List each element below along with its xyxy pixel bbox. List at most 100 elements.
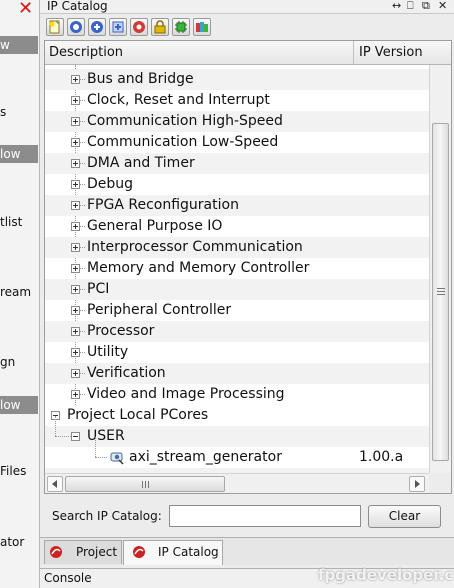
expand-icon[interactable] [71,138,80,147]
tree-row-category[interactable]: Bus and Bridge [45,69,429,90]
tree-row-label: Project Local PCores [67,407,209,423]
add-icon[interactable] [88,18,106,36]
info-icon[interactable] [67,18,85,36]
tab-ip-catalog[interactable]: IP Catalog [123,540,223,565]
project-icon [50,546,62,558]
tree-row-category[interactable]: General Purpose IO [45,216,429,237]
left-section-bar[interactable]: low [0,396,38,414]
tree-row-label: Communication High-Speed [87,113,283,129]
tree-row-category[interactable]: Video and Image Processing [45,384,429,405]
expand-icon[interactable] [71,75,80,84]
left-item-text[interactable]: ream [0,284,39,300]
expand-icon[interactable] [71,348,80,357]
expand-icon[interactable] [71,327,80,336]
float-icon[interactable]: ↔ [392,0,401,13]
tree-row-label: Communication Low-Speed [87,134,279,150]
scroll-right-arrow-icon[interactable] [409,476,425,492]
horizontal-scrollbar[interactable] [45,473,429,493]
remove-icon[interactable] [130,18,148,36]
scroll-corner [429,473,451,493]
tree-row-category[interactable]: Communication Low-Speed [45,132,429,153]
column-header-version[interactable]: IP Version [359,45,423,60]
expand-icon[interactable] [71,159,80,168]
expand-icon[interactable] [71,243,80,252]
collapse-icon[interactable] [71,432,80,441]
window-title: IP Catalog [47,0,108,13]
left-item-text[interactable]: ator [0,534,39,550]
watermark: fpgadeveloper.c [318,566,454,584]
package-icon[interactable] [193,18,211,36]
column-divider[interactable] [353,41,354,65]
tree-row-label: Bus and Bridge [87,71,194,87]
tree-row-category[interactable]: Peripheral Controller [45,300,429,321]
left-item-text[interactable]: tlist [0,214,39,230]
vertical-scroll-thumb[interactable] [432,123,449,461]
left-section-bar[interactable]: w [0,36,38,54]
tree-row-user[interactable]: USER [45,416,429,447]
search-input[interactable] [169,505,361,527]
tree-row-label: Peripheral Controller [87,302,232,318]
expand-icon[interactable] [71,264,80,273]
tree-row-ip-core[interactable]: axi_stream_generator 1.00.a [45,437,429,468]
scroll-left-arrow-icon[interactable] [47,476,63,492]
tree-row-label: DMA and Timer [87,155,195,171]
restore-icon[interactable]: ⧉ [422,0,430,13]
tree-row-category[interactable]: Memory and Memory Controller [45,258,429,279]
tree-row-category[interactable]: FPGA Reconfiguration [45,195,429,216]
tree-row-category[interactable]: Communication High-Speed [45,111,429,132]
expand-icon[interactable] [71,96,80,105]
tree-row-category[interactable]: Interprocessor Communication [45,237,429,258]
tree-line [55,416,56,436]
tree-row-category[interactable]: Processor [45,321,429,342]
clear-button[interactable]: Clear [368,505,441,528]
tree-line [95,437,96,457]
expand-icon[interactable] [71,222,80,231]
tree-row-label: Debug [87,176,134,192]
tree-line [55,436,71,437]
expand-icon[interactable] [71,306,80,315]
maximize-icon[interactable]: ⎕ [407,0,414,13]
close-window-icon[interactable]: ✕ [438,0,447,13]
tree-row-category[interactable]: Utility [45,342,429,363]
left-item-text[interactable]: gn [0,354,39,370]
left-section-bar[interactable]: low [0,145,38,163]
ip-catalog-icon [133,546,145,558]
column-header-description[interactable]: Description [49,45,123,60]
left-item-text[interactable]: Files [0,463,39,479]
expand-icon[interactable] [71,369,80,378]
tree-row-local-pcores[interactable]: Project Local PCores [45,405,429,426]
close-icon[interactable]: ✕ [18,0,36,18]
ip-core-icon [110,452,124,465]
lock-icon[interactable] [151,18,169,36]
tree-line [95,457,107,458]
tree-row-category[interactable]: Clock, Reset and Interrupt [45,90,429,111]
customize-icon[interactable] [109,18,127,36]
expand-icon[interactable] [71,180,80,189]
expand-icon[interactable] [71,201,80,210]
vertical-scrollbar[interactable] [429,65,451,473]
table-header: Description IP Version [45,41,451,65]
tree-row-category[interactable]: DMA and Timer [45,153,429,174]
left-item-text[interactable]: s [0,104,39,120]
chip-icon[interactable] [172,18,190,36]
expand-icon[interactable] [71,390,80,399]
tab-project-label: Project [76,545,118,559]
left-bar-label: low [0,147,21,161]
tree-row-label: Interprocessor Communication [87,239,303,255]
tree-row-label: Processor [87,323,155,339]
horizontal-scroll-thumb[interactable] [65,476,225,492]
tree-row-label: USER [87,428,125,444]
new-icon[interactable] [46,18,64,36]
expand-icon[interactable] [71,285,80,294]
window-titlebar: IP Catalog ↔ ⎕ ⧉ ✕ [40,0,454,14]
console-label: Console [44,571,92,585]
tree-row-category[interactable]: Verification [45,363,429,384]
tree-row-category[interactable]: PCI [45,279,429,300]
expand-icon[interactable] [71,117,80,126]
tab-bar: Project IP Catalog [40,537,454,565]
tree-row-label: Clock, Reset and Interrupt [87,92,270,108]
tab-project[interactable]: Project [44,540,122,564]
tree-row-category[interactable]: Debug [45,174,429,195]
left-panel: ✕ w s low tlist ream gn low Files ator [0,0,40,588]
tree-row-label: Verification [87,365,166,381]
